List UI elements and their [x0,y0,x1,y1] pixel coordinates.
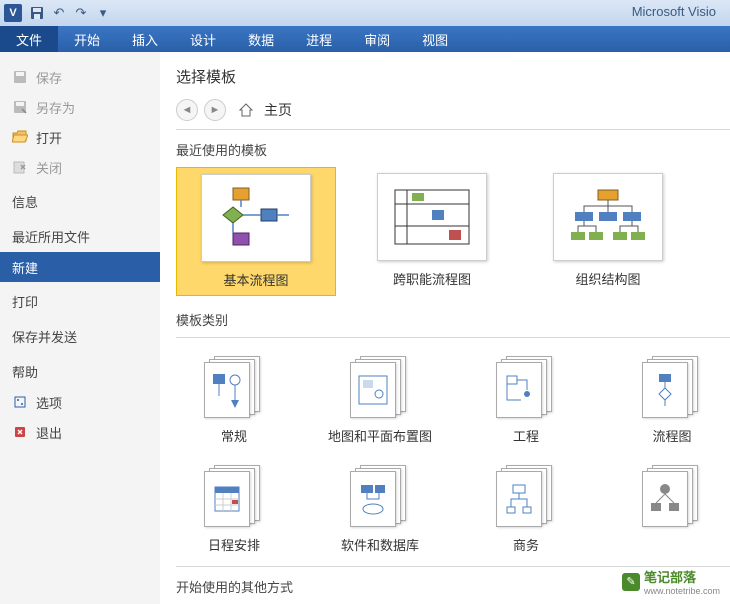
options-icon [12,394,28,410]
tab-insert[interactable]: 插入 [116,26,174,52]
sidebar-send[interactable]: 保存并发送 [0,317,160,352]
template-basic-flowchart[interactable]: 基本流程图 [176,167,336,296]
sidebar-label: 新建 [12,258,38,277]
main-area: 保存 另存为 打开 关闭 信息 最近所用文件 新建 打印 保存并发送 帮助 选项… [0,52,730,604]
category-label: 日程安排 [208,535,260,554]
save-icon [12,69,28,85]
category-maps[interactable]: 地图和平面布置图 [322,348,438,445]
open-icon [12,129,28,145]
ribbon-tabs: 文件 开始 插入 设计 数据 进程 审阅 视图 [0,26,730,52]
sidebar-new[interactable]: 新建 [0,252,160,282]
sidebar-open[interactable]: 打开 [0,122,160,152]
sidebar-help[interactable]: 帮助 [0,352,160,387]
sidebar-label: 打开 [36,128,62,147]
category-title: 模板类别 [176,310,730,329]
watermark: ✎ 笔记部落 www.notetribe.com [622,567,720,596]
close-icon [12,159,28,175]
template-label: 跨职能流程图 [393,269,471,288]
sidebar-options[interactable]: 选项 [0,387,160,417]
category-row-2: 日程安排 软件和数据库 商务 [176,457,730,554]
template-thumb [377,173,487,261]
tab-file[interactable]: 文件 [0,26,58,52]
sidebar-recent[interactable]: 最近所用文件 [0,217,160,252]
watermark-url: www.notetribe.com [644,586,720,596]
title-bar: V ↶ ↷ ▾ Microsoft Visio [0,0,730,26]
sidebar-label: 退出 [36,423,62,442]
breadcrumb-home[interactable]: 主页 [264,100,292,120]
watermark-icon: ✎ [622,573,640,591]
sidebar-close[interactable]: 关闭 [0,152,160,182]
category-business[interactable]: 商务 [468,457,584,554]
sidebar-save[interactable]: 保存 [0,62,160,92]
sidebar-label: 选项 [36,393,62,412]
sidebar-label: 关闭 [36,158,62,177]
recent-templates-row: 基本流程图 跨职能流程图 [176,167,730,296]
category-row-1: 常规 地图和平面布置图 工程 流程图 [176,348,730,445]
category-label: 常规 [221,426,247,445]
category-flowchart[interactable]: 流程图 [614,348,730,445]
template-org-chart[interactable]: 组织结构图 [528,167,688,296]
nav-forward-button[interactable]: ► [204,99,226,121]
category-engineering[interactable]: 工程 [468,348,584,445]
exit-icon [12,424,28,440]
template-cross-functional[interactable]: 跨职能流程图 [352,167,512,296]
save-qat-button[interactable] [27,3,47,23]
template-thumb [553,173,663,261]
category-label: 地图和平面布置图 [328,426,432,445]
breadcrumb-nav: ◄ ► 主页 [176,99,730,121]
watermark-text: 笔记部落 [644,567,720,586]
tab-home[interactable]: 开始 [58,26,116,52]
app-icon: V [4,4,22,22]
content-panel: 选择模板 ◄ ► 主页 最近使用的模板 [160,52,730,604]
tab-process[interactable]: 进程 [290,26,348,52]
category-general[interactable]: 常规 [176,348,292,445]
sidebar-label: 另存为 [36,98,75,117]
sidebar-info[interactable]: 信息 [0,182,160,217]
backstage-sidebar: 保存 另存为 打开 关闭 信息 最近所用文件 新建 打印 保存并发送 帮助 选项… [0,52,160,604]
category-label: 软件和数据库 [341,535,419,554]
tab-data[interactable]: 数据 [232,26,290,52]
template-thumb [201,174,311,262]
sidebar-print[interactable]: 打印 [0,282,160,317]
qat-dropdown[interactable]: ▾ [93,3,113,23]
category-software[interactable]: 软件和数据库 [322,457,438,554]
recent-templates-title: 最近使用的模板 [176,140,730,159]
saveas-icon [12,99,28,115]
nav-back-button[interactable]: ◄ [176,99,198,121]
template-label: 基本流程图 [223,270,288,289]
divider [176,337,730,338]
sidebar-label: 保存 [36,68,62,87]
tab-design[interactable]: 设计 [174,26,232,52]
page-title: 选择模板 [176,66,730,87]
undo-button[interactable]: ↶ [49,3,69,23]
sidebar-exit[interactable]: 退出 [0,417,160,447]
category-label: 工程 [513,426,539,445]
home-icon [238,102,254,118]
category-schedule[interactable]: 日程安排 [176,457,292,554]
redo-button[interactable]: ↷ [71,3,91,23]
category-label: 商务 [513,535,539,554]
tab-review[interactable]: 审阅 [348,26,406,52]
tab-view[interactable]: 视图 [406,26,464,52]
template-label: 组织结构图 [575,269,640,288]
category-label: 流程图 [652,426,691,445]
divider [176,129,730,130]
sidebar-saveas[interactable]: 另存为 [0,92,160,122]
category-network[interactable] [614,457,730,554]
app-title: Microsoft Visio [632,4,716,19]
